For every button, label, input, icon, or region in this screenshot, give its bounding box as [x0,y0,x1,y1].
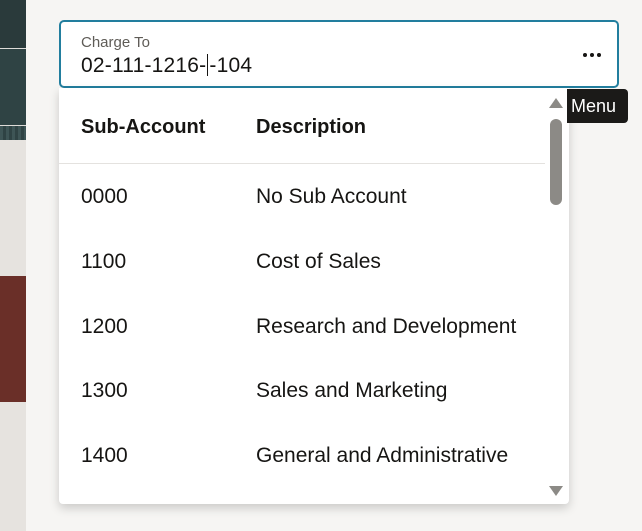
charge-to-label: Charge To [81,34,150,51]
option-code: 1200 [81,315,128,338]
more-horizontal-icon [597,53,601,57]
scroll-down-arrow-icon[interactable] [549,486,563,496]
more-horizontal-icon [583,53,587,57]
charge-to-field[interactable]: Charge To 02-111-1216- -104 [59,20,619,88]
background-band [0,276,26,402]
scroll-up-arrow-icon[interactable] [549,98,563,108]
dropdown-option[interactable]: 0000 No Sub Account [59,164,545,229]
menu-tooltip: Menu [567,89,629,123]
background-band [0,140,26,276]
scrollbar-thumb[interactable] [550,119,562,205]
dropdown-option[interactable]: 1400 General and Administrative [59,423,545,488]
option-description: No Sub Account [256,185,407,208]
dropdown-option[interactable]: 1100 Cost of Sales [59,229,545,294]
charge-to-input[interactable]: 02-111-1216- -104 [81,54,252,78]
input-text-after-caret: -104 [209,54,253,77]
background-band [0,126,26,140]
dropdown-header: Sub-Account Description [59,88,545,164]
option-code: 1400 [81,444,128,467]
background-band [0,0,26,48]
background-band [0,402,26,531]
sub-account-dropdown: Sub-Account Description 0000 No Sub Acco… [59,88,569,504]
option-code: 0000 [81,185,128,208]
dropdown-option[interactable]: 1300 Sales and Marketing [59,358,545,423]
option-description: Research and Development [256,315,517,338]
input-text-before-caret: 02-111-1216- [81,54,207,77]
background-page [0,0,26,531]
more-options-button[interactable] [577,42,607,68]
option-description: General and Administrative [256,444,509,467]
option-description: Cost of Sales [256,250,381,273]
header-sub-account: Sub-Account [81,116,206,138]
background-band [0,49,26,125]
more-horizontal-icon [590,53,594,57]
option-code: 1100 [81,250,127,273]
header-description: Description [256,116,367,138]
dropdown-option[interactable]: 1200 Research and Development [59,294,545,359]
option-description: Sales and Marketing [256,379,448,402]
option-code: 1300 [81,379,128,402]
